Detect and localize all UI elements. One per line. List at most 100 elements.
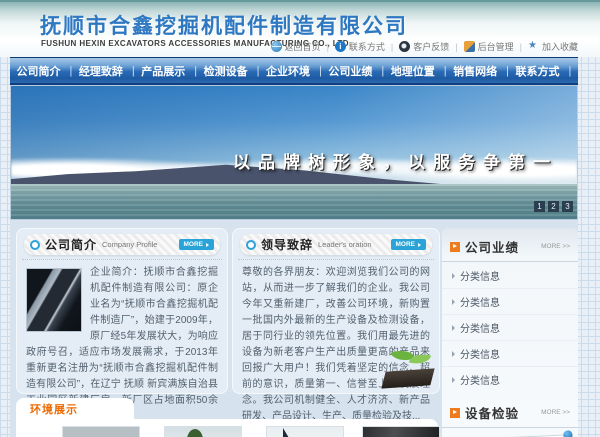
company-profile-subtitle: Company Profile xyxy=(102,240,157,249)
arrow-right-icon xyxy=(206,243,209,247)
nav-separator: | xyxy=(257,65,260,77)
env-thumb-2[interactable] xyxy=(164,426,242,437)
sidebar: 公司业绩 MORE >> 分类信息 分类信息 分类信息 分类信息 分类信 xyxy=(442,228,578,437)
list-item-label: 分类信息 xyxy=(460,346,500,361)
env-thumb-3[interactable] xyxy=(266,426,344,437)
nav-label: 公司简介 xyxy=(17,63,61,79)
performance-list: 分类信息 分类信息 分类信息 分类信息 分类信息 xyxy=(442,262,578,394)
performance-more-link[interactable]: MORE >> xyxy=(541,243,570,250)
nav-label: 产品展示 xyxy=(141,63,185,79)
nav-item-location[interactable]: 地理位置 | xyxy=(391,63,447,79)
ring-bullet-icon xyxy=(30,240,40,250)
home-link-label: 返回首页 xyxy=(285,40,321,53)
admin-link[interactable]: 后台管理 xyxy=(464,40,514,53)
inspection-more-link[interactable]: MORE >> xyxy=(541,409,570,416)
plant-slab xyxy=(381,368,434,388)
banner-pager-2[interactable]: 2 xyxy=(548,201,559,212)
list-item-label: 分类信息 xyxy=(460,294,500,309)
nav-separator: | xyxy=(70,65,73,77)
feedback-link[interactable]: 客户反馈 xyxy=(399,40,449,53)
leader-oration-more-button[interactable]: MORE xyxy=(391,239,427,250)
nav-label: 销售网络 xyxy=(453,63,497,79)
header: 抚顺市合鑫挖掘机配件制造有限公司 FUSHUN HEXIN EXCAVATORS… xyxy=(0,0,600,57)
more-label: MORE xyxy=(184,241,204,248)
contact-link[interactable]: 联系方式 xyxy=(335,40,385,53)
banner-pager: 1 2 3 xyxy=(534,201,573,212)
tab-environment-display[interactable]: 环境展示 xyxy=(16,398,134,419)
nav-label: 企业环境 xyxy=(266,63,310,79)
feedback-link-label: 客户反馈 xyxy=(413,40,449,53)
nav-label: 经理致辞 xyxy=(79,63,123,79)
list-item-label: 分类信息 xyxy=(460,268,500,283)
env-thumb-4[interactable] xyxy=(362,426,440,437)
nav-label: 联系方式 xyxy=(516,63,560,79)
sail-shape xyxy=(283,428,297,437)
list-bullet-icon xyxy=(452,325,455,331)
factory-photo xyxy=(26,268,82,332)
performance-list-item[interactable]: 分类信息 xyxy=(442,367,578,392)
company-profile-title: 公司简介 xyxy=(45,236,97,253)
banner-slogan: 以品牌树形象，以服务争第一 xyxy=(233,148,558,173)
nav-separator: | xyxy=(381,65,384,77)
more-label: MORE xyxy=(396,241,416,248)
company-name-cn: 抚顺市合鑫挖掘机配件制造有限公司 xyxy=(40,10,408,40)
admin-link-label: 后台管理 xyxy=(478,40,514,53)
admin-users-icon xyxy=(464,41,475,52)
nav-separator: | xyxy=(194,65,197,77)
nav-separator: | xyxy=(444,65,447,77)
favorite-link[interactable]: 加入收藏 xyxy=(528,40,578,53)
nav-label: 地理位置 xyxy=(391,63,435,79)
list-item-label: 分类信息 xyxy=(460,372,500,387)
inspection-header: 设备检验 MORE >> xyxy=(442,394,578,428)
nav-item-company-performance[interactable]: 公司业绩 | xyxy=(328,63,384,79)
link-separator: | xyxy=(327,42,329,52)
performance-title: 公司业绩 xyxy=(465,237,519,256)
nav-item-contact[interactable]: 联系方式 | xyxy=(516,63,572,79)
nav-item-manager-speech[interactable]: 经理致辞 | xyxy=(79,63,135,79)
nav-item-products[interactable]: 产品展示 | xyxy=(141,63,197,79)
nav-item-company-profile[interactable]: 公司简介 | xyxy=(17,63,73,79)
performance-list-item[interactable]: 分类信息 xyxy=(442,263,578,289)
environment-tab-label: 环境展示 xyxy=(30,401,78,417)
company-profile-panel: 公司简介 Company Profile MORE 企业简介：抚顺市合鑫挖掘机配… xyxy=(16,228,228,394)
banner-pager-1[interactable]: 1 xyxy=(534,201,545,212)
orange-arrow-icon xyxy=(450,242,460,252)
hero-banner: 以品牌树形象，以服务争第一 1 2 3 xyxy=(10,85,578,220)
list-bullet-icon xyxy=(452,377,455,383)
banner-pager-3[interactable]: 3 xyxy=(562,201,573,212)
nav-item-sales-network[interactable]: 销售网络 | xyxy=(453,63,509,79)
nav-separator: | xyxy=(132,65,135,77)
link-separator: | xyxy=(455,42,457,52)
list-bullet-icon xyxy=(452,273,455,279)
contact-link-label: 联系方式 xyxy=(349,40,385,53)
nav-separator: | xyxy=(319,65,322,77)
performance-list-item[interactable]: 分类信息 xyxy=(442,289,578,315)
company-profile-header: 公司简介 Company Profile MORE xyxy=(24,234,220,255)
home-link[interactable]: 返回首页 xyxy=(271,40,321,53)
orange-arrow-icon xyxy=(450,408,460,418)
performance-header: 公司业绩 MORE >> xyxy=(442,228,578,262)
performance-list-item[interactable]: 分类信息 xyxy=(442,341,578,367)
nav-separator: | xyxy=(569,65,572,77)
performance-list-item[interactable]: 分类信息 xyxy=(442,315,578,341)
leader-oration-subtitle: Leader's oration xyxy=(318,240,372,249)
company-profile-more-button[interactable]: MORE xyxy=(179,239,215,250)
main-nav: 公司简介 | 经理致辞 | 产品展示 | 检测设备 | 企业环境 | 公司业绩 … xyxy=(10,57,578,85)
nav-label: 公司业绩 xyxy=(328,63,372,79)
arrow-right-icon xyxy=(418,243,421,247)
link-separator: | xyxy=(520,42,522,52)
nav-label: 检测设备 xyxy=(204,63,248,79)
environment-gallery xyxy=(16,419,438,437)
nav-item-enterprise-environment[interactable]: 企业环境 | xyxy=(266,63,322,79)
leader-oration-header: 领导致辞 Leader's oration MORE xyxy=(240,234,432,255)
favorite-star-icon xyxy=(528,41,539,52)
environment-panel: 环境展示 xyxy=(16,398,438,437)
env-thumb-1[interactable] xyxy=(62,426,140,437)
pushpin-icon xyxy=(559,430,573,437)
info-icon xyxy=(335,41,346,52)
pushpin-head xyxy=(563,430,572,437)
globe-icon xyxy=(271,41,282,52)
feedback-icon xyxy=(399,41,410,52)
header-quick-links: 返回首页 | 联系方式 | 客户反馈 | 后台管理 | 加入收藏 xyxy=(271,40,578,53)
nav-item-testing-equipment[interactable]: 检测设备 | xyxy=(204,63,260,79)
